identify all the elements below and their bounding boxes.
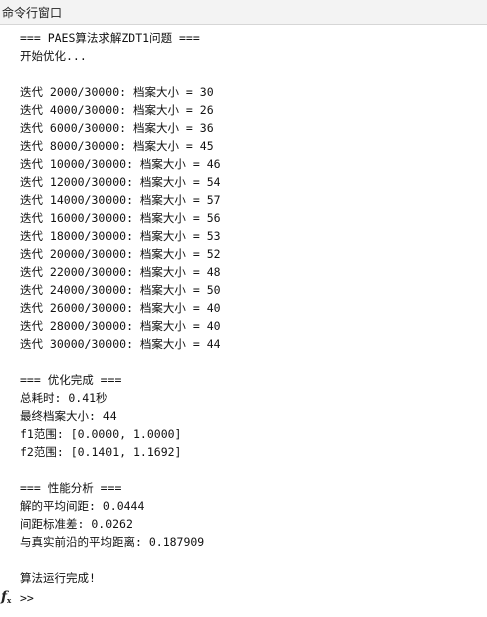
console-line: 迭代 28000/30000: 档案大小 = 40: [20, 319, 221, 333]
console-line: === PAES算法求解ZDT1问题 ===: [20, 31, 200, 45]
console-line: 迭代 30000/30000: 档案大小 = 44: [20, 337, 221, 351]
console-line: 迭代 22000/30000: 档案大小 = 48: [20, 265, 221, 279]
function-browser-icon[interactable]: fx: [1, 588, 11, 610]
console-line: 迭代 6000/30000: 档案大小 = 36: [20, 121, 214, 135]
console-line: 迭代 2000/30000: 档案大小 = 30: [20, 85, 214, 99]
console-line: 解的平均间距: 0.0444: [20, 499, 145, 513]
console-line: f1范围: [0.0000, 1.0000]: [20, 427, 182, 441]
console-line: 间距标准差: 0.0262: [20, 517, 133, 531]
console-output: === PAES算法求解ZDT1问题 === 开始优化... 迭代 2000/300…: [20, 29, 480, 587]
console-line: 迭代 16000/30000: 档案大小 = 56: [20, 211, 221, 225]
console-line: 迭代 18000/30000: 档案大小 = 53: [20, 229, 221, 243]
console-line: 迭代 20000/30000: 档案大小 = 52: [20, 247, 221, 261]
command-input[interactable]: [40, 589, 460, 607]
console-line: 迭代 24000/30000: 档案大小 = 50: [20, 283, 221, 297]
console-line: 算法运行完成!: [20, 571, 96, 585]
console-line: === 优化完成 ===: [20, 373, 122, 387]
console-line: f2范围: [0.1401, 1.1692]: [20, 445, 182, 459]
window-title: 命令行窗口: [2, 6, 63, 20]
command-window-titlebar: 命令行窗口: [0, 0, 487, 25]
command-prompt: >>: [20, 591, 34, 605]
console-line: 迭代 4000/30000: 档案大小 = 26: [20, 103, 214, 117]
console-line: 迭代 8000/30000: 档案大小 = 45: [20, 139, 214, 153]
command-prompt-row[interactable]: fx >>: [0, 588, 487, 608]
console-line: 迭代 10000/30000: 档案大小 = 46: [20, 157, 221, 171]
console-line: 迭代 12000/30000: 档案大小 = 54: [20, 175, 221, 189]
console-line: 迭代 26000/30000: 档案大小 = 40: [20, 301, 221, 315]
console-line: 总耗时: 0.41秒: [20, 391, 108, 405]
console-line: 迭代 14000/30000: 档案大小 = 57: [20, 193, 221, 207]
console-line: 最终档案大小: 44: [20, 409, 117, 423]
console-line: 开始优化...: [20, 49, 87, 63]
console-line: 与真实前沿的平均距离: 0.187909: [20, 535, 205, 549]
console-line: === 性能分析 ===: [20, 481, 122, 495]
